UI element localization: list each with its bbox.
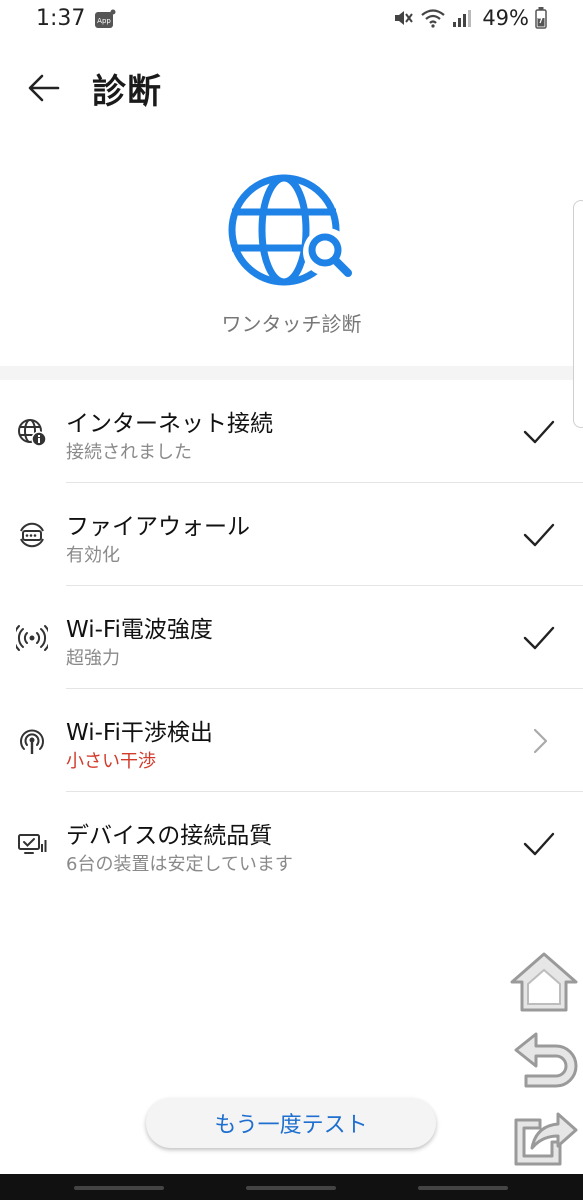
nav-back[interactable]: [418, 1186, 508, 1190]
firewall-router-icon: [20, 522, 44, 548]
globe-search-icon: [228, 174, 352, 286]
battery-percent: 49%: [482, 6, 529, 30]
row-subtitle: 超強力: [66, 648, 120, 669]
row-title: デバイスの接続品質: [66, 823, 273, 849]
system-nav-bar: [0, 1174, 583, 1200]
floating-share-icon[interactable]: [506, 1104, 582, 1168]
check-icon: [523, 626, 555, 650]
row-subtitle: 接続されました: [66, 442, 192, 463]
row-subtitle: 6台の装置は安定しています: [66, 854, 293, 875]
svg-text:App: App: [97, 17, 111, 25]
row-subtitle: 有効化: [66, 545, 120, 566]
check-icon: [523, 832, 555, 856]
row-title: Wi-Fi干渉検出: [66, 720, 213, 746]
row-title: ファイアウォール: [66, 514, 250, 540]
row-title: Wi-Fi電波強度: [66, 617, 213, 643]
check-icon: [523, 523, 555, 547]
diag-item-wifi-strength[interactable]: Wi-Fi電波強度 超強力: [0, 586, 583, 689]
diag-item-device-quality[interactable]: デバイスの接続品質 6台の装置は安定しています: [0, 792, 583, 895]
device-quality-icon: [18, 834, 47, 854]
edge-panel-handle[interactable]: [573, 200, 583, 428]
back-button[interactable]: [22, 66, 66, 110]
hero-label: ワンタッチ診断: [221, 312, 362, 336]
mute-icon: [395, 11, 414, 25]
wifi-status-icon: [421, 9, 446, 28]
diag-item-internet[interactable]: インターネット接続 接続されました: [0, 380, 583, 483]
section-divider: [0, 366, 583, 380]
signal-icon: [453, 10, 472, 27]
status-bar: 1:37 App 49%: [0, 0, 583, 40]
battery-icon: [535, 7, 547, 29]
status-time: 1:37: [36, 6, 86, 31]
chevron-right-icon: [533, 728, 548, 754]
wifi-interference-icon: [20, 729, 44, 754]
diagnostic-list: インターネット接続 接続されました ファイアウォール 有効化 Wi-Fi電波強度…: [0, 380, 583, 895]
nav-recents[interactable]: [74, 1186, 164, 1190]
app-notification-icon: App: [95, 9, 116, 28]
check-icon: [523, 420, 555, 444]
floating-back-icon[interactable]: [506, 1028, 582, 1092]
retest-button[interactable]: もう一度テスト: [146, 1098, 436, 1148]
row-subtitle-warning: 小さい干渉: [66, 751, 156, 772]
wifi-signal-icon: [16, 625, 48, 651]
arrow-left-icon: [28, 74, 60, 102]
page-title: 診断: [92, 72, 162, 112]
diag-item-wifi-interference[interactable]: Wi-Fi干渉検出 小さい干渉: [0, 689, 583, 792]
globe-info-icon: [18, 419, 47, 447]
nav-home[interactable]: [246, 1186, 336, 1190]
diag-item-firewall[interactable]: ファイアウォール 有効化: [0, 483, 583, 586]
floating-home-icon[interactable]: [506, 950, 582, 1014]
app-header: 診断: [0, 56, 583, 120]
row-title: インターネット接続: [66, 411, 273, 437]
